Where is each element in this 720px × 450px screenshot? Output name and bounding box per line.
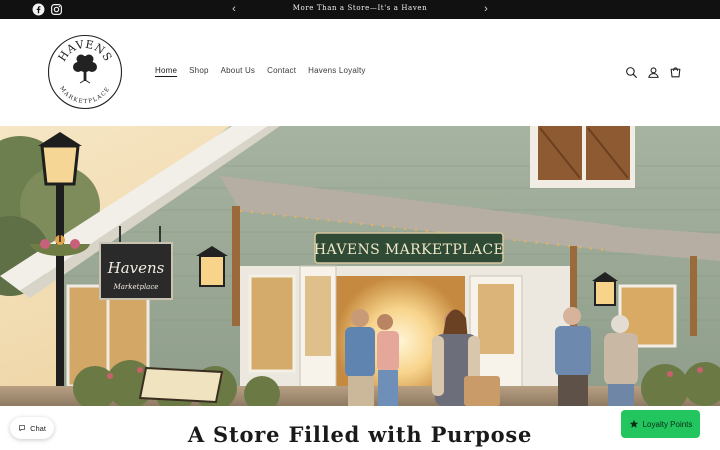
loyalty-label: Loyalty Points: [642, 419, 693, 429]
instagram-icon[interactable]: [50, 3, 63, 16]
hero-banner: HAVENS MARKETPLACE Havens Marketplace: [0, 126, 720, 406]
nav-contact[interactable]: Contact: [267, 66, 296, 75]
star-icon: [629, 419, 639, 429]
chat-bubble-icon: [18, 424, 26, 432]
page-headline: A Store Filled with Purpose: [187, 422, 533, 447]
store-sign-text: HAVENS MARKETPLACE: [314, 242, 504, 258]
chat-label: Chat: [30, 423, 46, 433]
hanging-sign-line2: Marketplace: [113, 283, 159, 291]
nav-havens-loyalty[interactable]: Havens Loyalty: [308, 66, 366, 75]
account-icon[interactable]: [647, 66, 660, 79]
facebook-icon[interactable]: [32, 3, 45, 16]
site-header: HAVENS MARKETPLACE Home Shop About Us Co…: [0, 19, 720, 126]
nav-about-us[interactable]: About Us: [221, 66, 256, 75]
hanging-sign-line1: Havens: [107, 259, 165, 277]
cart-icon[interactable]: [669, 66, 682, 79]
search-icon[interactable]: [625, 66, 638, 79]
chat-button[interactable]: Chat: [10, 417, 54, 439]
main-nav: Home Shop About Us Contact Havens Loyalt…: [155, 66, 366, 75]
nav-home[interactable]: Home: [155, 66, 177, 75]
loyalty-points-button[interactable]: Loyalty Points: [621, 410, 700, 438]
havens-marketplace-logo[interactable]: HAVENS MARKETPLACE: [47, 34, 123, 110]
announcement-next-arrow[interactable]: ›: [479, 1, 493, 17]
announcement-prev-arrow[interactable]: ‹: [227, 1, 241, 17]
hero-storefront-illustration: HAVENS MARKETPLACE Havens Marketplace: [0, 126, 720, 406]
announcement-bar: ‹ More Than a Store—It's a Haven ›: [0, 0, 720, 19]
announcement-message: More Than a Store—It's a Haven: [292, 4, 428, 12]
nav-shop[interactable]: Shop: [189, 66, 208, 75]
